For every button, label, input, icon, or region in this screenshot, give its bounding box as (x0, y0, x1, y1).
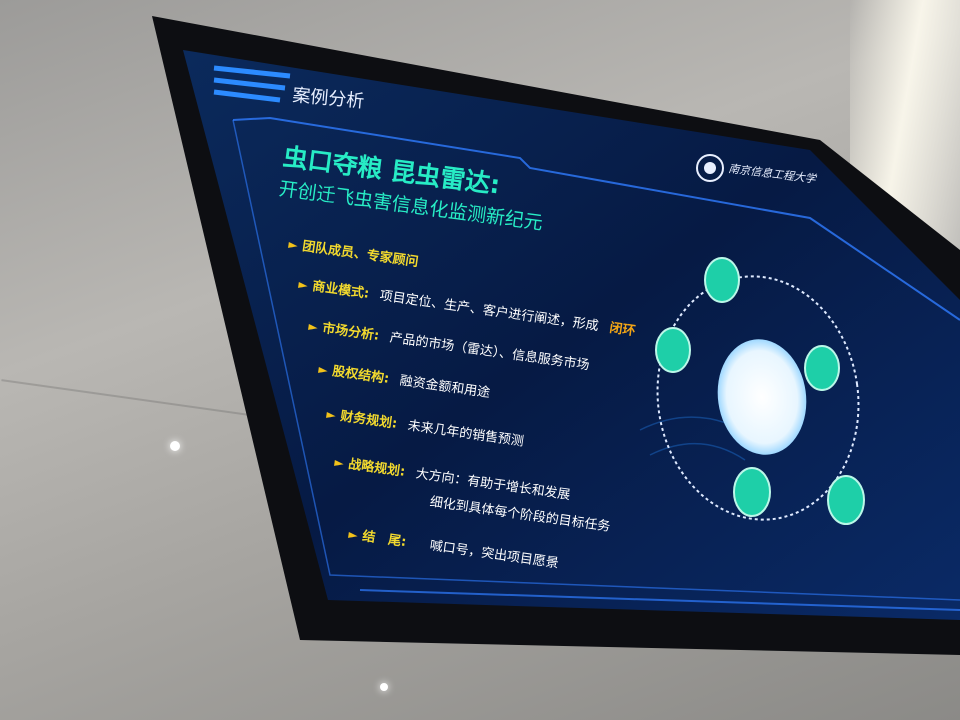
orbit-node-icon (804, 345, 840, 391)
orbit-node-icon (827, 475, 865, 525)
orbit-node-icon (655, 327, 691, 373)
orbit-node-icon (704, 257, 740, 303)
orbit-node-icon (733, 467, 771, 517)
screen-photo: 案例分析 南京信息工程大学 虫口夺粮 昆虫雷达: 开创迁飞虫害信息化监测新纪元 … (152, 16, 960, 655)
